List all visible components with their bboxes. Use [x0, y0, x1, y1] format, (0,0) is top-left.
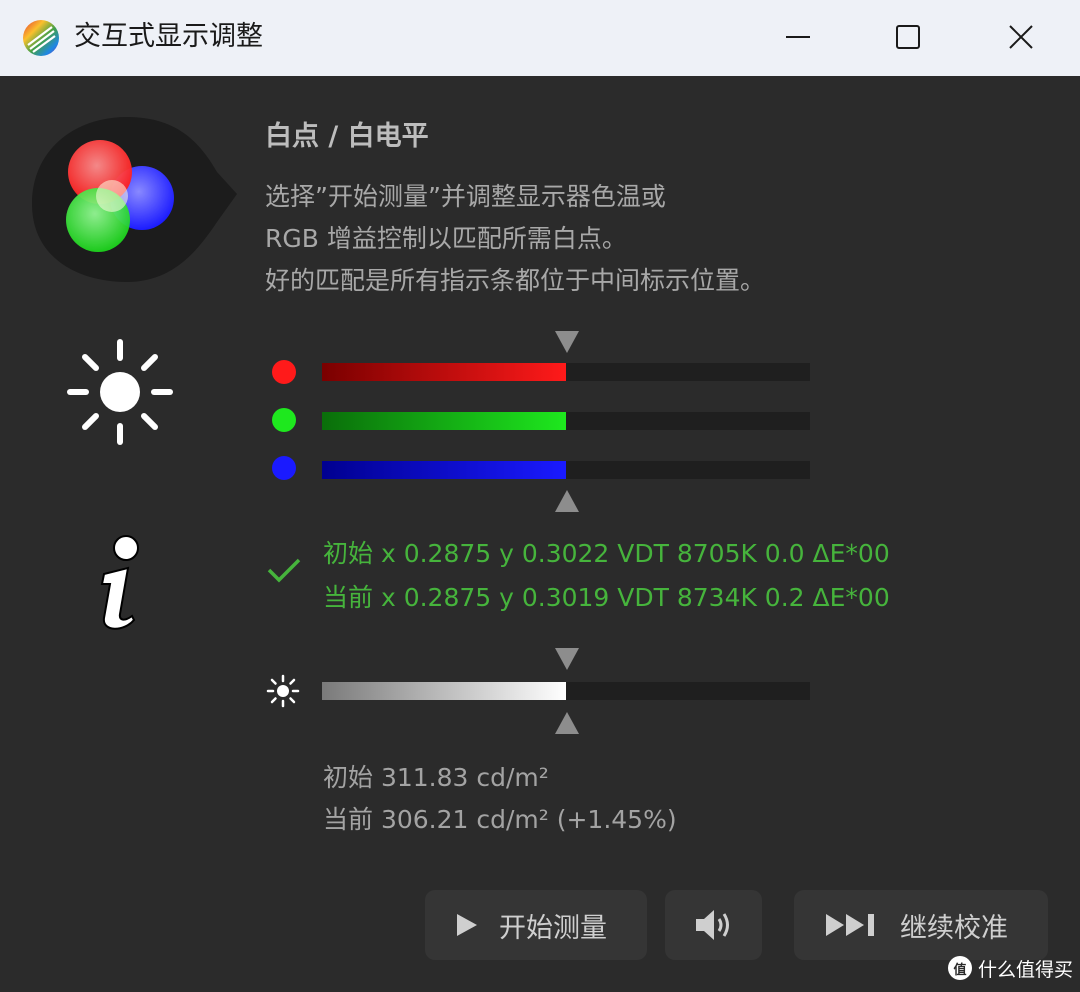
instruction-line: 选择”开始测量”并调整显示器色温或 — [265, 182, 666, 211]
minimize-button[interactable] — [770, 14, 826, 60]
sound-toggle-button[interactable] — [665, 890, 762, 960]
close-icon — [1009, 25, 1033, 49]
red-channel-dot — [272, 360, 296, 384]
app-window: 交互式显示调整 白点 / 白电平 选择”开始测量”并调整显示器色温或 RGB 增… — [0, 0, 1080, 992]
info-icon — [100, 535, 139, 630]
continue-calibration-button[interactable]: 继续校准 — [794, 890, 1048, 960]
speaker-icon — [695, 910, 729, 940]
rgb-target-marker-top — [555, 331, 579, 353]
section-title: 白点 / 白电平 — [265, 121, 429, 152]
instruction-line: 好的匹配是所有指示条都位于中间标示位置。 — [265, 266, 766, 295]
start-measurement-button[interactable]: 开始测量 — [425, 890, 647, 960]
check-icon — [267, 558, 301, 583]
red-gain-fill — [322, 363, 566, 381]
rgb-whitepoint-icon — [32, 117, 237, 282]
green-gain-fill — [322, 412, 566, 430]
title-bar: 交互式显示调整 — [0, 0, 1080, 76]
skip-forward-icon — [826, 914, 874, 936]
brightness-sun-icon — [67, 339, 173, 445]
maximize-button[interactable] — [880, 14, 936, 60]
luminance-sun-icon — [266, 674, 300, 708]
green-channel-dot — [272, 408, 296, 432]
instruction-line: RGB 增益控制以匹配所需白点。 — [265, 224, 627, 253]
watermark: 值 什么值得买 — [948, 954, 1073, 982]
play-icon — [457, 914, 477, 936]
start-measurement-label: 开始测量 — [499, 912, 607, 944]
initial-luminance: 初始 311.83 cd/m² — [323, 763, 549, 792]
green-gain-bar — [322, 412, 810, 430]
window-title: 交互式显示调整 — [74, 21, 263, 52]
red-gain-bar — [322, 363, 810, 381]
blue-gain-bar — [322, 461, 810, 479]
watermark-text: 什么值得买 — [978, 958, 1074, 981]
close-button[interactable] — [993, 14, 1049, 60]
continue-calibration-label: 继续校准 — [900, 912, 1008, 944]
current-readout: 当前 x 0.2875 y 0.3019 VDT 8734K 0.2 ΔE*00 — [323, 583, 890, 612]
content-area: 白点 / 白电平 选择”开始测量”并调整显示器色温或 RGB 增益控制以匹配所需… — [0, 76, 1080, 992]
luminance-fill — [322, 682, 566, 700]
current-luminance: 当前 306.21 cd/m² (+1.45%) — [323, 805, 677, 834]
blue-channel-dot — [272, 456, 296, 480]
initial-readout: 初始 x 0.2875 y 0.3022 VDT 8705K 0.0 ΔE*00 — [323, 539, 890, 568]
luminance-bar — [322, 682, 810, 700]
minimize-icon — [786, 36, 810, 38]
rgb-target-marker-bottom — [555, 490, 579, 512]
maximize-icon — [896, 25, 920, 49]
watermark-logo: 值 — [948, 956, 972, 980]
watermark-logo-text: 值 — [953, 962, 967, 978]
instructions: 选择”开始测量”并调整显示器色温或 RGB 增益控制以匹配所需白点。 好的匹配是… — [265, 176, 765, 302]
luminance-target-marker-bottom — [555, 712, 579, 734]
app-logo-icon — [23, 20, 59, 56]
luminance-target-marker-top — [555, 648, 579, 670]
blue-gain-fill — [322, 461, 566, 479]
